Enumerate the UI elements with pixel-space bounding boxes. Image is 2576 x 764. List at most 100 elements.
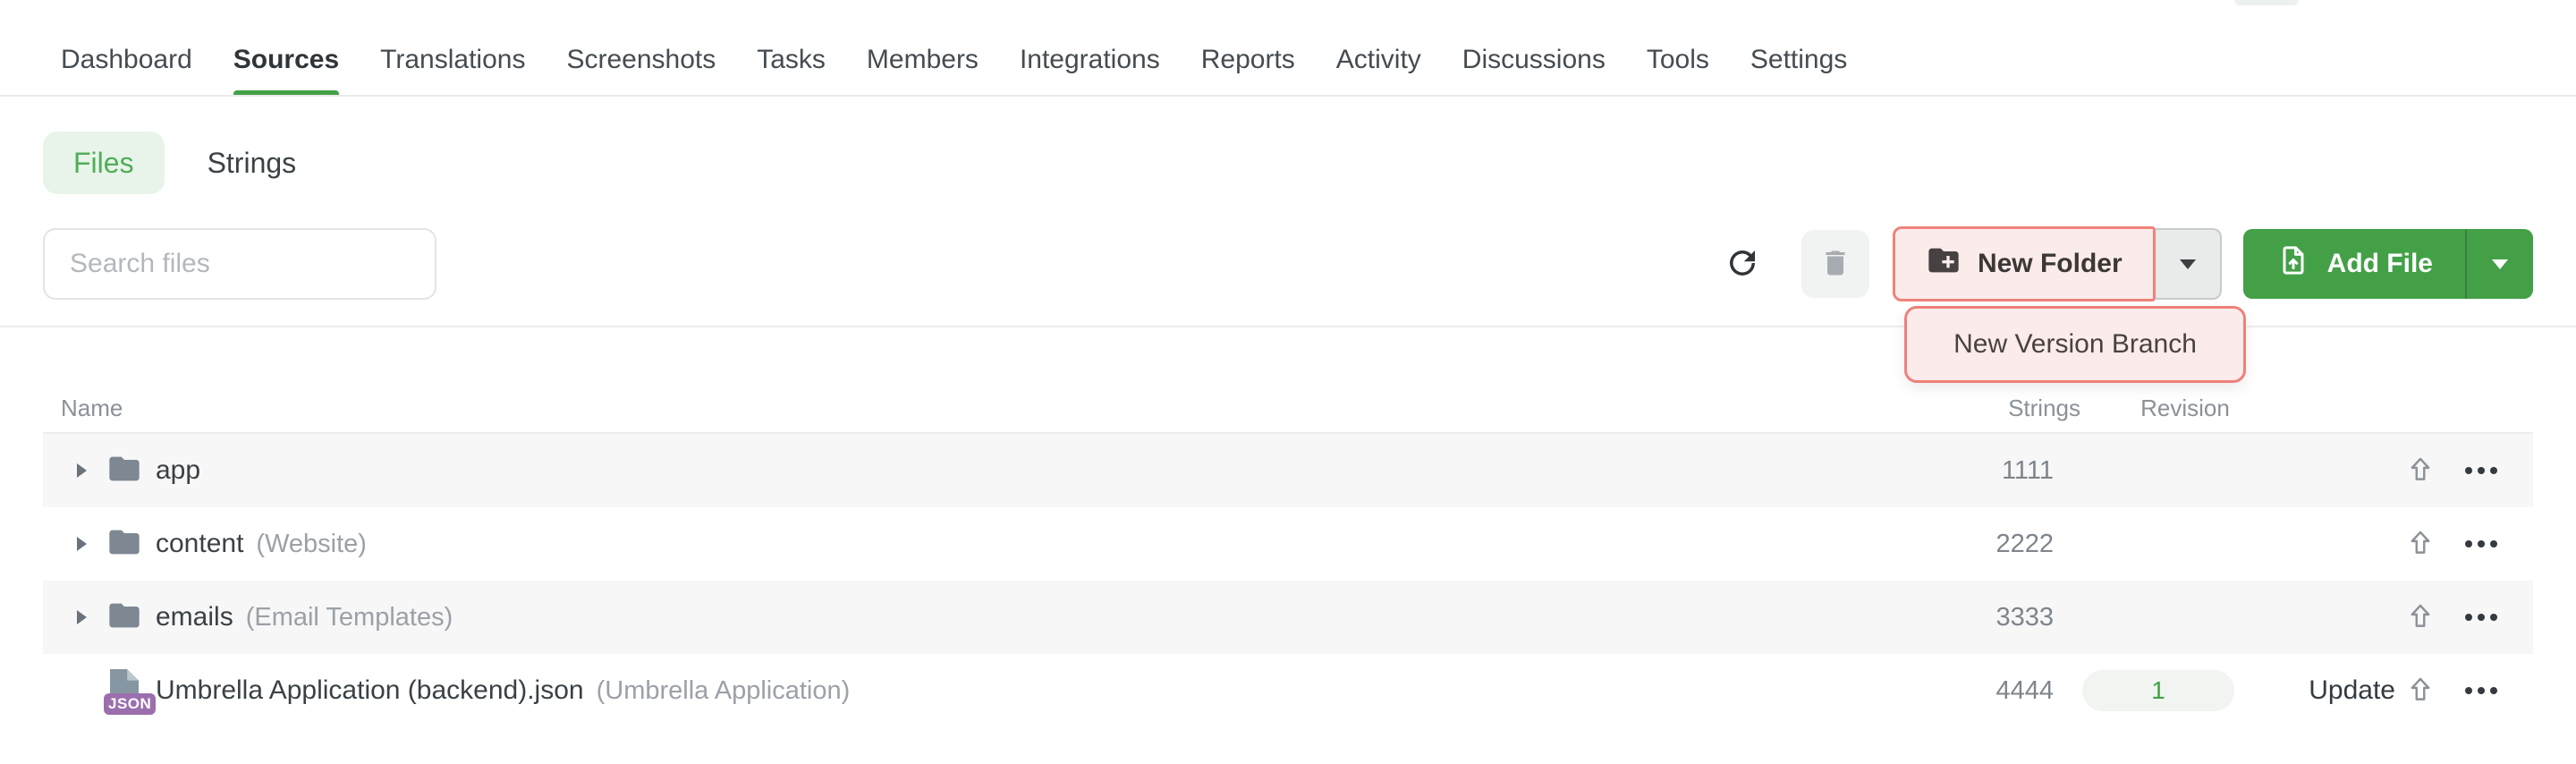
new-folder-split-button: New Folder: [1893, 226, 2222, 301]
row-icon-cell: JSON: [98, 669, 150, 712]
nav-item-integrations[interactable]: Integrations: [1020, 23, 1160, 97]
nav-divider: [0, 95, 2576, 97]
upload-cell: [2395, 675, 2445, 708]
nav-item-screenshots[interactable]: Screenshots: [566, 23, 716, 97]
file-note: (Umbrella Application): [597, 676, 851, 706]
column-header-strings: Strings: [1973, 395, 2080, 422]
row-menu-button[interactable]: [2465, 540, 2497, 548]
column-header-revision: Revision: [2100, 395, 2270, 422]
new-folder-button[interactable]: New Folder: [1893, 226, 2156, 301]
row-name-cell: content (Website): [156, 529, 1946, 559]
folder-icon: [106, 598, 142, 638]
row-menu-cell: [2456, 687, 2506, 694]
row-name-cell: Umbrella Application (backend).json (Umb…: [156, 675, 1946, 706]
strings-count: 3333: [1946, 603, 2054, 632]
upload-translation-button[interactable]: [2405, 454, 2436, 488]
nav-item-sources[interactable]: Sources: [233, 23, 339, 97]
expand-button[interactable]: [68, 463, 95, 478]
row-name-cell: app: [156, 455, 1946, 486]
chevron-down-icon: [2492, 259, 2508, 269]
nav-item-settings[interactable]: Settings: [1750, 23, 1847, 97]
sources-page: Dashboard Sources Translations Screenshots T…: [0, 0, 2576, 764]
row-menu-cell: [2456, 540, 2506, 548]
file-name[interactable]: app: [156, 455, 200, 486]
upload-translation-button[interactable]: [2405, 528, 2436, 561]
row-name-cell: emails (Email Templates): [156, 602, 1946, 632]
upload-arrow-icon: [2405, 454, 2436, 488]
row-menu-cell: [2456, 614, 2506, 621]
menu-item-new-version-branch[interactable]: New Version Branch: [1904, 306, 2246, 383]
add-file-label: Add File: [2327, 249, 2433, 279]
expand-button[interactable]: [68, 537, 95, 551]
sources-subtabs: Files Strings: [43, 132, 296, 194]
delete-button[interactable]: [1801, 230, 1869, 298]
update-cell: Update: [2243, 675, 2395, 706]
refresh-button[interactable]: [1716, 230, 1769, 298]
trash-icon: [1819, 247, 1852, 282]
nav-item-translations[interactable]: Translations: [380, 23, 525, 97]
table-header: Name Strings Revision: [43, 385, 2533, 434]
table-body: app 1111: [43, 434, 2533, 727]
row-icon-cell: [98, 451, 150, 491]
folder-plus-icon: [1926, 242, 1962, 285]
tab-strings[interactable]: Strings: [208, 147, 297, 180]
upload-cell: [2395, 454, 2445, 488]
nav-item-discussions[interactable]: Discussions: [1462, 23, 1606, 97]
row-icon-cell: [98, 598, 150, 638]
nav-item-tools[interactable]: Tools: [1647, 23, 1709, 97]
row-menu-button[interactable]: [2465, 687, 2497, 694]
nav-item-members[interactable]: Members: [867, 23, 979, 97]
tab-files[interactable]: Files: [43, 132, 165, 194]
upload-translation-button[interactable]: [2405, 601, 2436, 634]
chevron-right-icon: [77, 610, 87, 624]
file-note: (Email Templates): [246, 603, 453, 632]
file-name[interactable]: emails: [156, 602, 233, 632]
project-nav: Dashboard Sources Translations Screenshots T…: [61, 23, 1847, 97]
file-note: (Website): [256, 530, 367, 559]
upload-arrow-icon: [2405, 601, 2436, 634]
file-name[interactable]: Umbrella Application (backend).json: [156, 675, 584, 706]
add-file-button[interactable]: Add File: [2243, 229, 2533, 299]
table-row[interactable]: content (Website) 2222: [43, 507, 2533, 581]
table-row[interactable]: app 1111: [43, 434, 2533, 507]
search-input[interactable]: [43, 228, 436, 300]
strings-count: 4444: [1946, 676, 2054, 706]
strings-count: 1111: [1946, 456, 2054, 486]
upload-translation-button[interactable]: [2405, 675, 2436, 708]
file-upload-icon: [2275, 242, 2311, 285]
files-toolbar: New Folder Add File: [43, 228, 2533, 300]
row-menu-button[interactable]: [2465, 614, 2497, 621]
upload-cell: [2395, 528, 2445, 561]
update-link[interactable]: Update: [2309, 675, 2395, 705]
upload-arrow-icon: [2405, 675, 2436, 708]
json-badge: JSON: [104, 693, 156, 715]
revision-badge: 1: [2082, 670, 2234, 711]
row-menu-button[interactable]: [2465, 467, 2497, 474]
cropped-element-fragment: [2234, 0, 2299, 5]
nav-item-dashboard[interactable]: Dashboard: [61, 23, 192, 97]
folder-icon: [106, 451, 142, 491]
file-name[interactable]: content: [156, 529, 243, 559]
refresh-icon: [1724, 244, 1761, 284]
row-icon-cell: [98, 524, 150, 565]
add-file-main[interactable]: Add File: [2243, 229, 2465, 299]
expand-button[interactable]: [68, 610, 95, 624]
nav-item-reports[interactable]: Reports: [1201, 23, 1295, 97]
add-file-caret-button[interactable]: [2465, 229, 2533, 299]
row-menu-cell: [2456, 467, 2506, 474]
new-folder-label: New Folder: [1978, 249, 2123, 279]
new-folder-caret-button[interactable]: [2156, 228, 2222, 300]
table-row[interactable]: JSON Umbrella Application (backend).json…: [43, 654, 2533, 727]
chevron-right-icon: [77, 463, 87, 478]
revision-cell: 1: [2073, 670, 2243, 711]
chevron-right-icon: [77, 537, 87, 551]
column-header-name: Name: [43, 395, 1973, 422]
table-row[interactable]: emails (Email Templates) 3333: [43, 581, 2533, 654]
nav-item-activity[interactable]: Activity: [1336, 23, 1421, 97]
folder-icon: [106, 524, 142, 565]
toolbar-actions: New Folder Add File: [1716, 226, 2533, 301]
nav-item-tasks[interactable]: Tasks: [757, 23, 826, 97]
chevron-down-icon: [2180, 259, 2196, 269]
upload-arrow-icon: [2405, 528, 2436, 561]
files-table: Name Strings Revision app 1111: [43, 385, 2533, 727]
